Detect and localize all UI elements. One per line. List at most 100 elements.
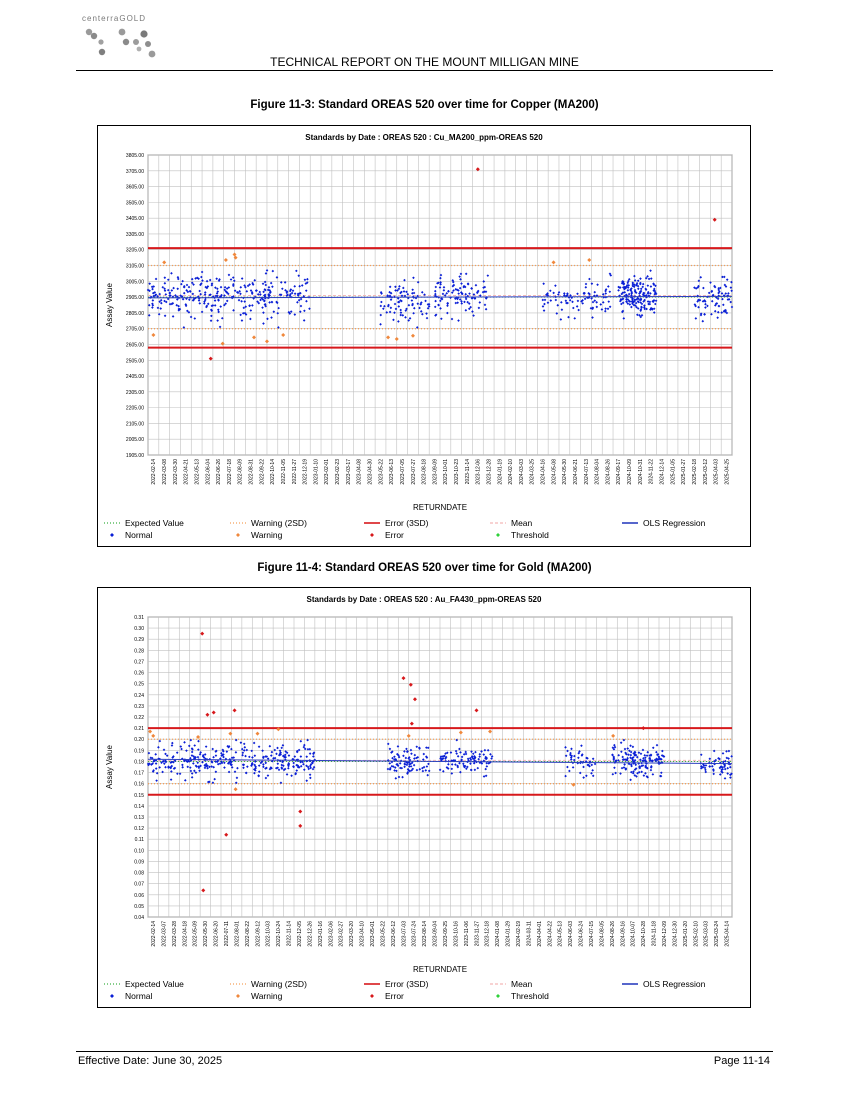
legend-label: Warning (2SD) <box>251 979 307 989</box>
x-tick-label: 2022-12-19 <box>303 459 309 485</box>
x-tick-label: 2025-01-27 <box>681 459 687 485</box>
legend-item-normal: Normal <box>110 991 153 1001</box>
x-tick-label: 2022-03-28 <box>172 921 178 947</box>
footer-divider <box>76 1051 773 1052</box>
chart-gold: Standards by Date : OREAS 520 : Au_FA430… <box>97 587 751 1008</box>
x-tick-label: 2024-03-03 <box>519 459 525 485</box>
legend-label: Warning (2SD) <box>251 518 307 528</box>
x-tick-label: 2024-05-13 <box>558 921 564 947</box>
legend-item-mean: Mean <box>490 979 533 989</box>
legend-item-threshold: Threshold <box>496 991 549 1001</box>
logo-text: centerraGOLD <box>82 14 147 23</box>
x-tick-label: 2024-02-19 <box>516 921 522 947</box>
y-tick-label: 0.08 <box>134 871 144 877</box>
legend-item-expected-value: Expected Value <box>104 979 184 989</box>
x-tick-label: 2022-12-26 <box>307 921 313 947</box>
legend-item-threshold: Threshold <box>496 530 549 540</box>
x-tick-label: 2022-08-01 <box>234 921 240 947</box>
x-tick-label: 2022-11-27 <box>292 459 298 484</box>
x-tick-label: 2022-08-31 <box>249 459 255 485</box>
x-tick-label: 2024-10-31 <box>638 459 644 485</box>
x-tick-label: 2024-11-18 <box>652 921 658 946</box>
x-tick-label: 2023-04-08 <box>357 459 363 485</box>
x-tick-label: 2023-11-14 <box>465 459 471 484</box>
x-tick-label: 2024-08-26 <box>605 459 611 485</box>
x-tick-label: 2024-06-21 <box>573 459 579 485</box>
x-tick-label: 2022-06-20 <box>214 921 220 947</box>
y-tick-label: 0.05 <box>134 904 144 910</box>
legend-label: Warning <box>251 530 283 540</box>
x-tick-label: 2022-08-22 <box>245 921 251 947</box>
x-tick-label: 2024-04-16 <box>541 459 547 485</box>
x-tick-label: 2022-05-13 <box>194 459 200 485</box>
y-tick-label: 0.04 <box>134 915 144 921</box>
x-tick-label: 2023-10-01 <box>443 459 449 485</box>
y-tick-label: 3005.00 <box>126 279 144 285</box>
legend-swatch <box>370 994 374 998</box>
x-tick-label: 2022-04-21 <box>184 459 190 485</box>
x-tick-label: 2022-11-05 <box>281 459 287 484</box>
y-tick-label: 0.15 <box>134 793 144 799</box>
x-tick-label: 2024-09-17 <box>616 459 622 485</box>
x-tick-label: 2025-01-05 <box>670 459 676 485</box>
y-tick-label: 2105.00 <box>126 421 144 427</box>
x-tick-label: 2022-03-07 <box>161 921 167 947</box>
x-tick-label: 2023-12-06 <box>476 459 482 485</box>
x-tick-label: 2024-02-10 <box>508 459 514 485</box>
y-tick-label: 2705.00 <box>126 327 144 333</box>
y-tick-label: 2605.00 <box>126 342 144 348</box>
x-tick-label: 2023-12-18 <box>485 921 491 947</box>
x-tick-label: 2024-09-16 <box>620 921 626 947</box>
legend-label: Expected Value <box>125 518 184 528</box>
legend-item-warning-2sd-: Warning (2SD) <box>230 979 307 989</box>
report-title: TECHNICAL REPORT ON THE MOUNT MILLIGAN M… <box>270 55 579 69</box>
x-tick-label: 2025-03-12 <box>703 459 709 485</box>
x-tick-label: 2024-12-30 <box>672 921 678 947</box>
legend-swatch <box>496 994 500 998</box>
legend-label: Normal <box>125 991 153 1001</box>
legend-swatch <box>110 533 114 537</box>
x-tick-label: 2024-11-22 <box>649 459 655 484</box>
x-tick-label: 2023-01-16 <box>318 921 324 947</box>
legend-item-mean: Mean <box>490 518 533 528</box>
y-tick-label: 2505.00 <box>126 358 144 364</box>
x-tick-label: 2022-11-14 <box>287 921 293 946</box>
y-tick-label: 0.11 <box>135 837 145 843</box>
legend-swatch <box>110 994 114 998</box>
figure-caption-gold: Figure 11-4: Standard OREAS 520 over tim… <box>257 562 592 574</box>
x-tick-label: 2022-08-09 <box>238 459 244 485</box>
x-tick-label: 2022-09-12 <box>255 921 261 947</box>
y-tick-label: 0.22 <box>134 715 144 721</box>
x-tick-label: 2024-12-14 <box>660 459 666 485</box>
x-tick-label: 2023-10-16 <box>453 921 459 947</box>
x-tick-label: 2024-08-05 <box>599 921 605 947</box>
legend-label: Mean <box>511 979 533 989</box>
legend-label: Error (3SD) <box>385 979 429 989</box>
legend-label: OLS Regression <box>643 518 706 528</box>
y-tick-label: 3805.00 <box>126 153 144 159</box>
x-tick-label: 2024-05-08 <box>551 459 557 485</box>
chart-title: Standards by Date : OREAS 520 : Cu_MA200… <box>305 133 543 142</box>
x-tick-label: 2023-02-06 <box>328 921 334 947</box>
y-tick-label: 0.30 <box>134 626 144 632</box>
x-tick-label: 2023-02-23 <box>335 459 341 485</box>
x-tick-label: 2023-06-12 <box>391 921 397 947</box>
y-tick-label: 3605.00 <box>126 185 144 191</box>
x-tick-label: 2022-12-05 <box>297 921 303 947</box>
x-tick-label: 2022-10-14 <box>270 459 276 485</box>
y-tick-label: 0.18 <box>134 759 144 765</box>
y-tick-label: 3205.00 <box>126 248 144 254</box>
x-tick-label: 2025-04-25 <box>724 459 730 485</box>
x-tick-label: 2023-07-27 <box>411 459 417 485</box>
legend-label: OLS Regression <box>643 979 706 989</box>
legend-item-warning: Warning <box>236 530 283 540</box>
x-tick-label: 2024-10-28 <box>641 921 647 947</box>
y-axis-label: Assay Value <box>105 745 114 789</box>
chart-copper-svg: Standards by Date : OREAS 520 : Cu_MA200… <box>104 133 734 540</box>
y-tick-label: 0.29 <box>134 637 144 643</box>
legend-item-normal: Normal <box>110 530 153 540</box>
x-tick-label: 2024-05-30 <box>562 459 568 485</box>
y-tick-label: 1905.00 <box>126 453 144 459</box>
x-tick-label: 2022-02-14 <box>151 459 157 485</box>
x-tick-label: 2024-07-15 <box>589 921 595 947</box>
